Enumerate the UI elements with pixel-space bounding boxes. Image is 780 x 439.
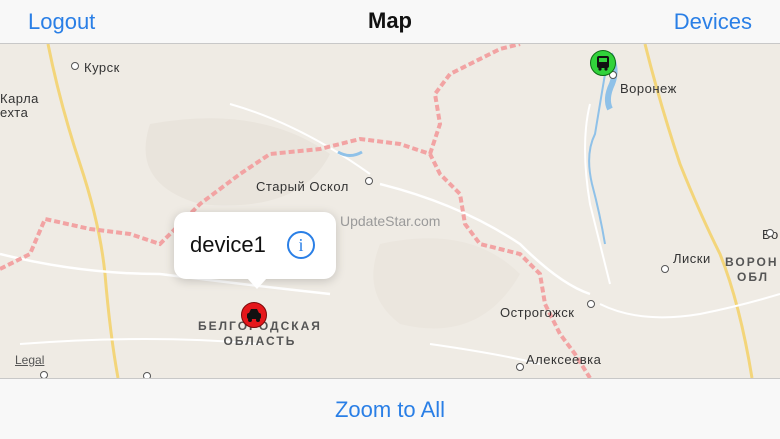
city-label-hta: ехта bbox=[0, 105, 29, 120]
device-marker-bus[interactable] bbox=[590, 50, 616, 76]
info-icon[interactable]: i bbox=[287, 231, 315, 259]
city-label-voronezh: Воронеж bbox=[620, 81, 677, 96]
city-dot-sw bbox=[40, 371, 48, 378]
city-dot-stary-oskol bbox=[365, 177, 373, 185]
city-dot-edge bbox=[766, 229, 774, 237]
zoom-to-all-button[interactable]: Zoom to All bbox=[0, 397, 780, 423]
page-title: Map bbox=[368, 8, 412, 33]
callout-title: device1 bbox=[190, 232, 266, 257]
region-voronezh-line1: ВОРОН bbox=[725, 255, 779, 269]
navigation-bar: Logout Map Devices bbox=[0, 0, 780, 44]
legal-link[interactable]: Legal bbox=[15, 353, 44, 367]
region-label-voronezh: ВОРОН ОБЛ bbox=[725, 255, 779, 285]
bottom-toolbar: Zoom to All bbox=[0, 378, 780, 439]
watermark: UpdateStar.com bbox=[340, 213, 441, 229]
city-dot-kursk bbox=[71, 62, 79, 70]
city-dot-liski bbox=[661, 265, 669, 273]
device-callout[interactable]: device1 i bbox=[174, 212, 336, 289]
bus-icon bbox=[597, 56, 609, 71]
region-belgorod-line2: ОБЛАСТЬ bbox=[223, 334, 297, 348]
city-label-alekseevka: Алексеевка bbox=[526, 352, 602, 367]
device-marker-car[interactable] bbox=[241, 302, 267, 328]
region-voronezh-line2: ОБЛ bbox=[737, 270, 770, 284]
map-view[interactable]: Курск Карла ехта Воронеж Старый Оскол Ос… bbox=[0, 44, 780, 378]
city-label-karla: Карла bbox=[0, 91, 39, 106]
car-icon bbox=[247, 309, 261, 322]
city-label-kursk: Курск bbox=[84, 60, 120, 75]
city-label-ostrogozhsk: Острогожск bbox=[500, 305, 575, 320]
devices-button[interactable]: Devices bbox=[674, 9, 752, 35]
city-label-liski: Лиски bbox=[673, 251, 711, 266]
city-dot-ostrogozhsk bbox=[587, 300, 595, 308]
city-label-stary-oskol: Старый Оскол bbox=[256, 179, 349, 194]
city-dot-alekseevka bbox=[516, 363, 524, 371]
